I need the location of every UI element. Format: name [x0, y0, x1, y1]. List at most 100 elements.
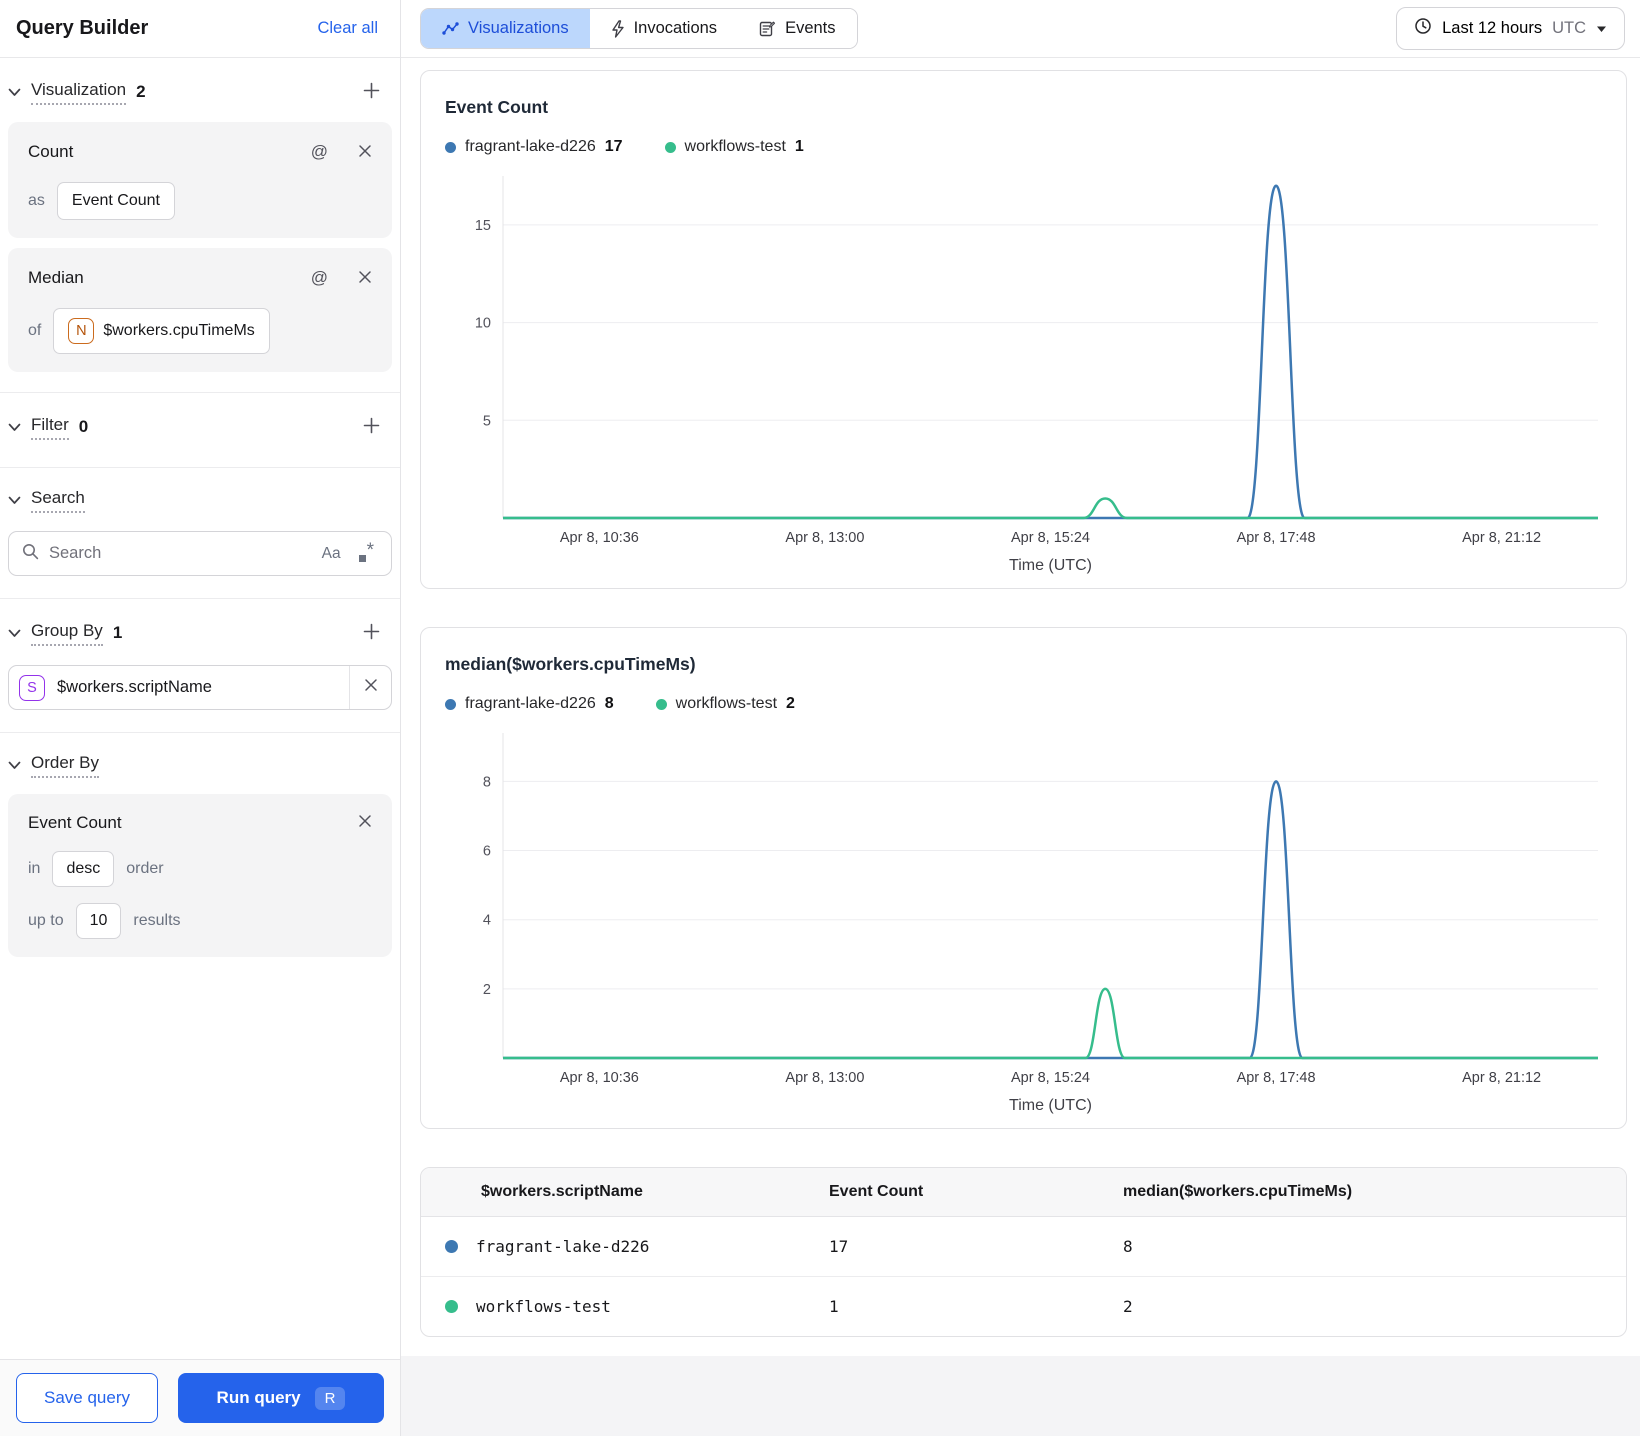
section-filter-label: Filter	[31, 415, 69, 440]
order-direction-selector[interactable]: desc	[52, 851, 115, 887]
chart-card-median-cputime: median($workers.cpuTimeMs) fragrant-lake…	[420, 627, 1627, 1129]
run-query-button[interactable]: Run query R	[178, 1373, 384, 1423]
regex-icon[interactable]: *	[355, 541, 378, 562]
tab-label: Visualizations	[468, 19, 569, 37]
section-search-label: Search	[31, 488, 85, 513]
tab-visualizations[interactable]: Visualizations	[421, 9, 590, 48]
svg-text:Time (UTC): Time (UTC)	[1009, 1097, 1092, 1114]
event-count-cell: 1	[829, 1297, 839, 1316]
chart-title: median($workers.cpuTimeMs)	[445, 654, 696, 674]
main-content: Event Count fragrant-lake-d226 17 workflow…	[401, 58, 1640, 1356]
svg-text:15: 15	[475, 218, 491, 234]
group-by-field-name: $workers.scriptName	[57, 678, 212, 696]
number-field-type-icon: N	[68, 318, 95, 344]
chevron-down-icon	[8, 423, 21, 432]
main-header: Visualizations Invocations Events Last 12 …	[401, 0, 1640, 58]
of-label: of	[28, 322, 42, 339]
view-tabs: Visualizations Invocations Events	[420, 8, 858, 49]
legend-series-value: 2	[786, 695, 795, 712]
svg-text:Apr 8, 10:36: Apr 8, 10:36	[560, 1070, 639, 1086]
svg-text:Apr 8, 17:48: Apr 8, 17:48	[1237, 1070, 1316, 1086]
mention-button[interactable]: @	[307, 264, 332, 292]
search-input[interactable]	[49, 544, 308, 563]
svg-text:Apr 8, 13:00: Apr 8, 13:00	[785, 530, 864, 546]
svg-text:2: 2	[483, 982, 491, 998]
svg-text:8: 8	[483, 774, 491, 790]
match-case-icon[interactable]: Aa	[318, 545, 345, 563]
search-icon	[22, 543, 39, 565]
add-filter-button[interactable]	[359, 413, 384, 441]
add-visualization-button[interactable]	[359, 78, 384, 106]
legend-item[interactable]: workflows-test 2	[655, 695, 795, 713]
at-sign-icon: @	[310, 268, 328, 287]
legend-series-dot	[445, 698, 456, 710]
section-order-by-label: Order By	[31, 753, 100, 778]
order-by-field-label: Event Count	[28, 812, 122, 832]
remove-visualization-button[interactable]	[354, 140, 376, 165]
run-query-label: Run query	[216, 1388, 301, 1407]
legend-item[interactable]: fragrant-lake-d226 8	[445, 695, 614, 713]
legend-item[interactable]: workflows-test 1	[664, 138, 804, 156]
plus-icon	[363, 82, 380, 102]
section-group-by-label: Group By	[31, 621, 103, 646]
group-by-count: 1	[112, 623, 123, 642]
visualization-alias-field[interactable]: Event Count	[56, 182, 175, 220]
tab-events[interactable]: Events	[738, 9, 857, 48]
time-range-label: Last 12 hours	[1442, 19, 1543, 37]
svg-text:Time (UTC): Time (UTC)	[1009, 557, 1092, 574]
memo-icon	[759, 20, 776, 37]
up-to-label: up to	[28, 912, 64, 929]
legend-series-name: workflows-test	[684, 138, 786, 155]
series-dot	[445, 1240, 458, 1253]
results-table: $workers.scriptName Event Count median($wo…	[420, 1167, 1627, 1337]
section-search: Search Aa *	[0, 468, 400, 599]
section-search-header[interactable]: Search	[0, 472, 400, 519]
line-chart-median-cputime[interactable]: 2 4 6 8 Apr 8, 10:36 Apr 8, 13:00 Apr 8, 15:24…	[445, 723, 1602, 1116]
mention-button[interactable]: @	[307, 138, 332, 166]
script-name-cell: fragrant-lake-d226	[476, 1237, 650, 1256]
median-field-selector[interactable]: N $workers.cpuTimeMs	[53, 308, 270, 354]
legend-series-dot	[655, 698, 667, 710]
line-chart-event-count[interactable]: 5 10 15 Apr 8, 10:36 Apr 8, 13:00 Apr 8, 15:2…	[445, 166, 1602, 576]
result-limit-input[interactable]: 10	[75, 903, 122, 939]
chart-legend: fragrant-lake-d226 17 workflows-test 1	[445, 138, 1602, 156]
chevron-down-icon	[8, 629, 21, 638]
sidebar-header: Query Builder Clear all	[0, 0, 400, 58]
legend-item[interactable]: fragrant-lake-d226 17	[445, 138, 623, 156]
section-order-by-header[interactable]: Order By	[0, 737, 400, 784]
chart-line-icon	[442, 21, 459, 36]
remove-visualization-button[interactable]	[354, 266, 376, 291]
section-group-by-header[interactable]: Group By 1	[0, 603, 400, 653]
search-box: Aa *	[8, 531, 392, 576]
sidebar-body: Visualization 2 Count @ as Event Count M…	[0, 58, 400, 1359]
svg-text:Apr 8, 17:48: Apr 8, 17:48	[1237, 530, 1316, 546]
main-area: Visualizations Invocations Events Last 12 …	[401, 0, 1640, 1436]
svg-text:5: 5	[483, 413, 491, 429]
in-label: in	[28, 860, 41, 877]
visualization-card-title: Median	[28, 268, 84, 287]
save-query-button[interactable]: Save query	[16, 1373, 158, 1423]
close-icon	[358, 814, 372, 831]
visualization-card-title: Count	[28, 142, 74, 161]
results-table-body: fragrant-lake-d226 17 8 workflows-test 1 2	[421, 1217, 1626, 1336]
remove-order-by-button[interactable]	[354, 810, 376, 835]
at-sign-icon: @	[310, 142, 328, 161]
time-range-selector[interactable]: Last 12 hours UTC	[1396, 7, 1625, 50]
table-row[interactable]: workflows-test 1 2	[421, 1277, 1626, 1336]
add-group-by-button[interactable]	[359, 619, 384, 647]
legend-series-dot	[664, 141, 676, 153]
section-visualization-header[interactable]: Visualization 2	[0, 62, 400, 112]
clear-all-link[interactable]: Clear all	[317, 19, 378, 38]
legend-series-value: 17	[604, 138, 623, 155]
group-by-field-row[interactable]: S $workers.scriptName	[8, 665, 392, 710]
chevron-down-icon	[8, 88, 21, 97]
svg-text:Apr 8, 15:24: Apr 8, 15:24	[1011, 530, 1090, 546]
section-filter-header[interactable]: Filter 0	[0, 397, 400, 447]
table-row[interactable]: fragrant-lake-d226 17 8	[421, 1217, 1626, 1277]
remove-group-by-button[interactable]	[349, 666, 391, 709]
close-icon	[358, 144, 372, 161]
tab-invocations[interactable]: Invocations	[589, 9, 739, 48]
section-visualization-label: Visualization	[31, 80, 127, 105]
order-by-card: Event Count in desc order up to 10 resul…	[8, 794, 392, 957]
legend-series-name: fragrant-lake-d226	[465, 138, 596, 155]
